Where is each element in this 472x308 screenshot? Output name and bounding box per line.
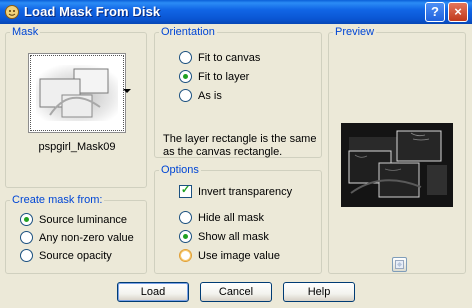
radio-label: Hide all mask	[198, 212, 265, 224]
create-mask-from-group: Create mask from: Source luminance Any n…	[5, 194, 147, 274]
preview-image	[341, 123, 453, 207]
help-button[interactable]: Help	[283, 282, 355, 302]
radio-button[interactable]	[179, 70, 192, 83]
checkmark-icon: ✓	[181, 184, 191, 196]
radio-label: Source opacity	[39, 250, 112, 262]
title-bar[interactable]: Load Mask From Disk ? ×	[0, 0, 472, 24]
preview-toggle-icon	[395, 260, 404, 269]
radio-label: Use image value	[198, 250, 280, 262]
load-button[interactable]: Load	[117, 282, 189, 302]
radio-button[interactable]	[179, 249, 192, 262]
preview-toggle-button[interactable]	[392, 257, 407, 272]
mask-thumbnail-image	[36, 65, 118, 121]
radio-label: Show all mask	[198, 231, 269, 243]
mask-group-label: Mask	[10, 26, 41, 39]
title-help-button[interactable]: ?	[425, 2, 445, 22]
radio-label: Any non-zero value	[39, 232, 134, 244]
checkbox[interactable]: ✓	[179, 184, 192, 198]
chevron-down-icon[interactable]	[123, 89, 131, 93]
radio-label: Fit to layer	[198, 71, 250, 83]
mask-thumbnail-selector[interactable]	[28, 53, 126, 133]
checkbox-label: Invert transparency	[198, 186, 293, 198]
create-mask-from-label: Create mask from:	[10, 194, 105, 207]
mask-name: pspgirl_Mask09	[38, 141, 116, 153]
load-mask-dialog: Load Mask From Disk ? × Mask pspgirl_Mas…	[0, 0, 472, 308]
orientation-description: The layer rectangle is the same as the c…	[163, 133, 317, 158]
radio-button[interactable]	[20, 249, 33, 262]
radio-button[interactable]	[179, 51, 192, 64]
radio-button[interactable]	[179, 211, 192, 224]
radio-button[interactable]	[179, 89, 192, 102]
radio-label: As is	[198, 90, 222, 102]
radio-button[interactable]	[179, 230, 192, 243]
window-title: Load Mask From Disk	[24, 4, 161, 19]
title-close-button[interactable]: ×	[448, 2, 468, 22]
options-group-label: Options	[159, 164, 201, 177]
radio-button[interactable]	[20, 213, 33, 226]
radio-label: Source luminance	[39, 214, 128, 226]
orientation-group: Orientation Fit to canvas Fit to layer A…	[154, 26, 322, 158]
cancel-button[interactable]: Cancel	[200, 282, 272, 302]
preview-group-label: Preview	[333, 26, 377, 39]
app-icon	[5, 5, 19, 19]
radio-button[interactable]	[20, 231, 33, 244]
radio-label: Fit to canvas	[198, 52, 261, 64]
options-group: Options ✓ Invert transparency Hide all m…	[154, 164, 322, 274]
orientation-group-label: Orientation	[159, 26, 217, 39]
mask-group: Mask pspgirl_Mask09	[5, 26, 147, 188]
preview-group: Preview	[328, 26, 466, 274]
